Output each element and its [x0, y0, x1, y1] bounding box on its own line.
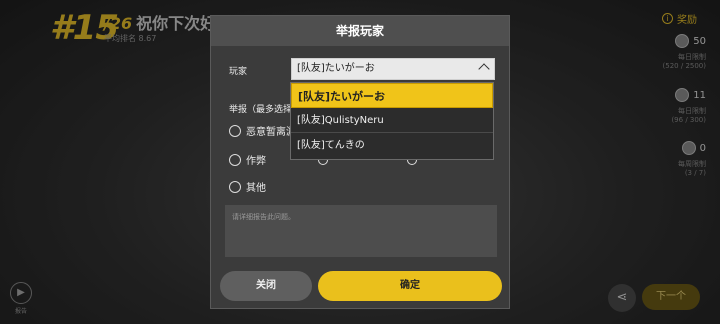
reason-option-other[interactable]: 其他: [229, 179, 266, 194]
reason-option-label: 恶意暂离游: [246, 127, 296, 138]
radio-icon: [229, 153, 241, 166]
dropdown-option[interactable]: [队友]てんきの: [291, 133, 493, 158]
player-dropdown-list: [队友]たいがーお [队友]QulistyNeru [队友]てんきの: [290, 82, 494, 160]
reason-label: 举报（最多选择: [229, 105, 293, 115]
player-select[interactable]: [队友]たいがーお: [291, 58, 495, 80]
chevron-up-icon: [478, 63, 490, 75]
reason-option-label: 作弊: [246, 156, 266, 167]
dropdown-option[interactable]: [队友]QulistyNeru: [291, 108, 493, 133]
radio-icon: [229, 180, 241, 193]
radio-icon: [229, 124, 241, 137]
report-player-dialog: 举报玩家 玩家 [队友]たいがーお 举报（最多选择 恶意暂离游 作弊 其他 关闭…: [210, 15, 510, 309]
reason-option-afk[interactable]: 恶意暂离游: [229, 123, 296, 138]
player-label: 玩家: [229, 67, 248, 77]
report-detail-input[interactable]: [225, 205, 497, 257]
reason-option-cheat[interactable]: 作弊: [229, 152, 266, 167]
close-button[interactable]: 关闭: [220, 271, 312, 301]
dropdown-option[interactable]: [队友]たいがーお: [291, 83, 493, 108]
reason-option-label: 其他: [246, 183, 266, 194]
player-select-value: [队友]たいがーお: [297, 63, 375, 74]
confirm-button[interactable]: 确定: [318, 271, 502, 301]
dialog-title: 举报玩家: [211, 16, 509, 46]
